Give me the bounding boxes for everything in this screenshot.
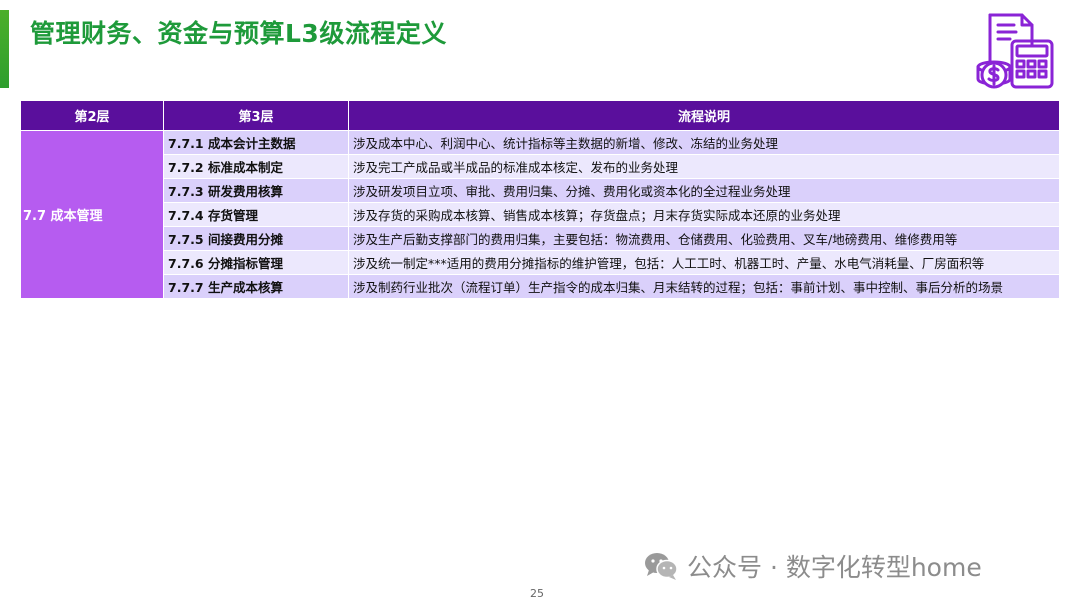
table-row: 7.7.7 生产成本核算 涉及制药行业批次（流程订单）生产指令的成本归集、月末结… [21,274,1060,299]
description-cell: 涉及生产后勤支撑部门的费用归集，主要包括：物流费用、仓储费用、化验费用、叉车/地… [348,226,1060,251]
watermark-text: 公众号 · 数字化转型home [687,553,982,582]
table-row: 7.7.5 间接费用分摊 涉及生产后勤支撑部门的费用归集，主要包括：物流费用、仓… [21,226,1060,251]
table-row: 7.7.4 存货管理 涉及存货的采购成本核算、销售成本核算；存货盘点；月末存货实… [21,202,1060,227]
level3-cell: 7.7.3 研发费用核算 [163,178,349,203]
process-table: 第2层 第3层 流程说明 7.7 成本管理 7.7.1 成本会计主数据 涉及成本… [20,100,1060,299]
table-row: 7.7 成本管理 7.7.1 成本会计主数据 涉及成本中心、利润中心、统计指标等… [20,130,1060,299]
level3-cell: 7.7.4 存货管理 [163,202,349,227]
table-header-row: 第2层 第3层 流程说明 [20,100,1060,131]
wechat-icon [645,553,678,580]
watermark: 公众号 · 数字化转型home [643,548,982,584]
level3-cell: 7.7.5 间接费用分摊 [163,226,349,251]
level3-cell: 7.7.7 生产成本核算 [163,274,349,299]
header-level3: 第3层 [163,100,349,131]
level3-cell: 7.7.2 标准成本制定 [163,154,349,179]
header-level2: 第2层 [20,100,164,131]
table-row: 7.7.6 分摊指标管理 涉及统一制定***适用的费用分摊指标的维护管理，包括：… [21,250,1060,275]
level2-cell: 7.7 成本管理 [20,130,164,299]
level3-cell: 7.7.1 成本会计主数据 [163,130,349,155]
level3-cell: 7.7.6 分摊指标管理 [163,250,349,275]
table-row: 7.7.2 标准成本制定 涉及完工产成品或半成品的标准成本核定、发布的业务处理 [21,154,1060,179]
description-cell: 涉及统一制定***适用的费用分摊指标的维护管理，包括：人工工时、机器工时、产量、… [348,250,1060,275]
description-cell: 涉及成本中心、利润中心、统计指标等主数据的新增、修改、冻结的业务处理 [348,130,1060,155]
slide-title: 管理财务、资金与预算L3级流程定义 [30,19,447,48]
table-row: 7.7.3 研发费用核算 涉及研发项目立项、审批、费用归集、分摊、费用化或资本化… [21,178,1060,203]
finance-calculator-icon [976,13,1054,89]
page-number: 25 [530,587,544,600]
description-cell: 涉及研发项目立项、审批、费用归集、分摊、费用化或资本化的全过程业务处理 [348,178,1060,203]
description-cell: 涉及制药行业批次（流程订单）生产指令的成本归集、月末结转的过程；包括：事前计划、… [348,274,1060,299]
description-cell: 涉及完工产成品或半成品的标准成本核定、发布的业务处理 [348,154,1060,179]
description-cell: 涉及存货的采购成本核算、销售成本核算；存货盘点；月末存货实际成本还原的业务处理 [348,202,1060,227]
title-accent-bar [0,10,9,88]
header-description: 流程说明 [348,100,1060,131]
